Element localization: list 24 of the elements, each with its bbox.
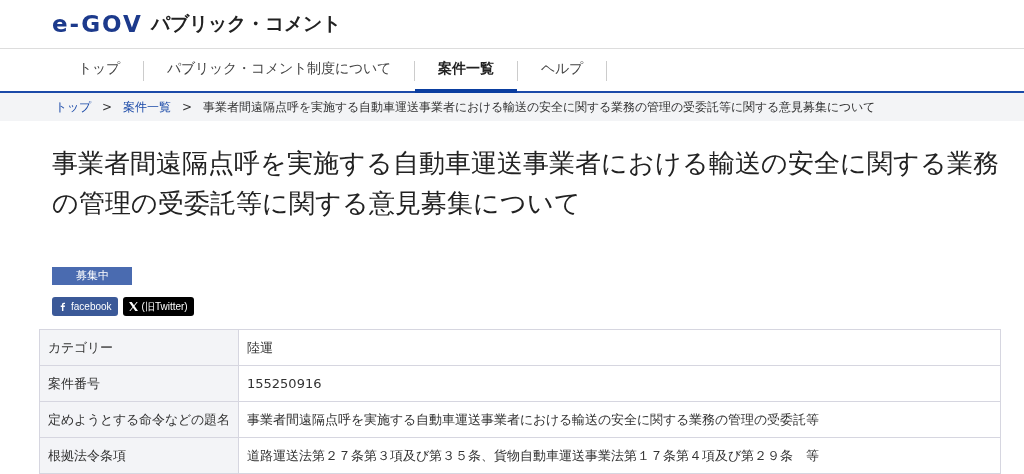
field-label: 定めようとする命令などの題名 [39,401,239,438]
field-value: 陸運 [238,329,1001,366]
field-value: 155250916 [238,365,1001,402]
field-label: 根拠法令条項 [39,437,239,474]
facebook-share-button[interactable]: facebook [52,297,118,316]
breadcrumb-separator: > [102,100,113,114]
x-logo-icon [128,302,138,311]
field-value: 道路運送法第２７条第３項及び第３５条、貨物自動車運送事業法第１７条第４項及び第２９条 等 [238,437,1001,474]
breadcrumb-link[interactable]: 案件一覧 [123,98,172,116]
site-title: パブリック・コメント [150,11,341,36]
breadcrumb-link[interactable]: トップ [55,98,91,116]
facebook-icon [58,302,67,311]
nav-tab[interactable]: ヘルプ [518,49,606,93]
status-badge: 募集中 [52,267,132,285]
page-title: 事業者間遠隔点呼を実施する自動車運送事業者における輸送の安全に関する業務の管理の受委託等に関する意見募集について [52,147,1000,220]
nav-tab[interactable]: パブリック・コメント制度について [144,49,414,93]
field-label: カテゴリー [39,329,239,366]
nav-tab[interactable]: トップ [55,49,143,93]
field-label: 案件番号 [39,365,239,402]
field-value: 事業者間遠隔点呼を実施する自動車運送事業者における輸送の安全に関する業務の管理の受委託等 [238,401,1001,438]
breadcrumb-separator: > [182,100,193,114]
x-share-button[interactable]: (旧Twitter) [122,297,194,316]
site-logo[interactable]: e-GOV [52,11,143,37]
breadcrumb-current: 事業者間遠隔点呼を実施する自動車運送事業者における輸送の安全に関する業務の管理の受委託等に関する意見募集について [203,98,876,116]
